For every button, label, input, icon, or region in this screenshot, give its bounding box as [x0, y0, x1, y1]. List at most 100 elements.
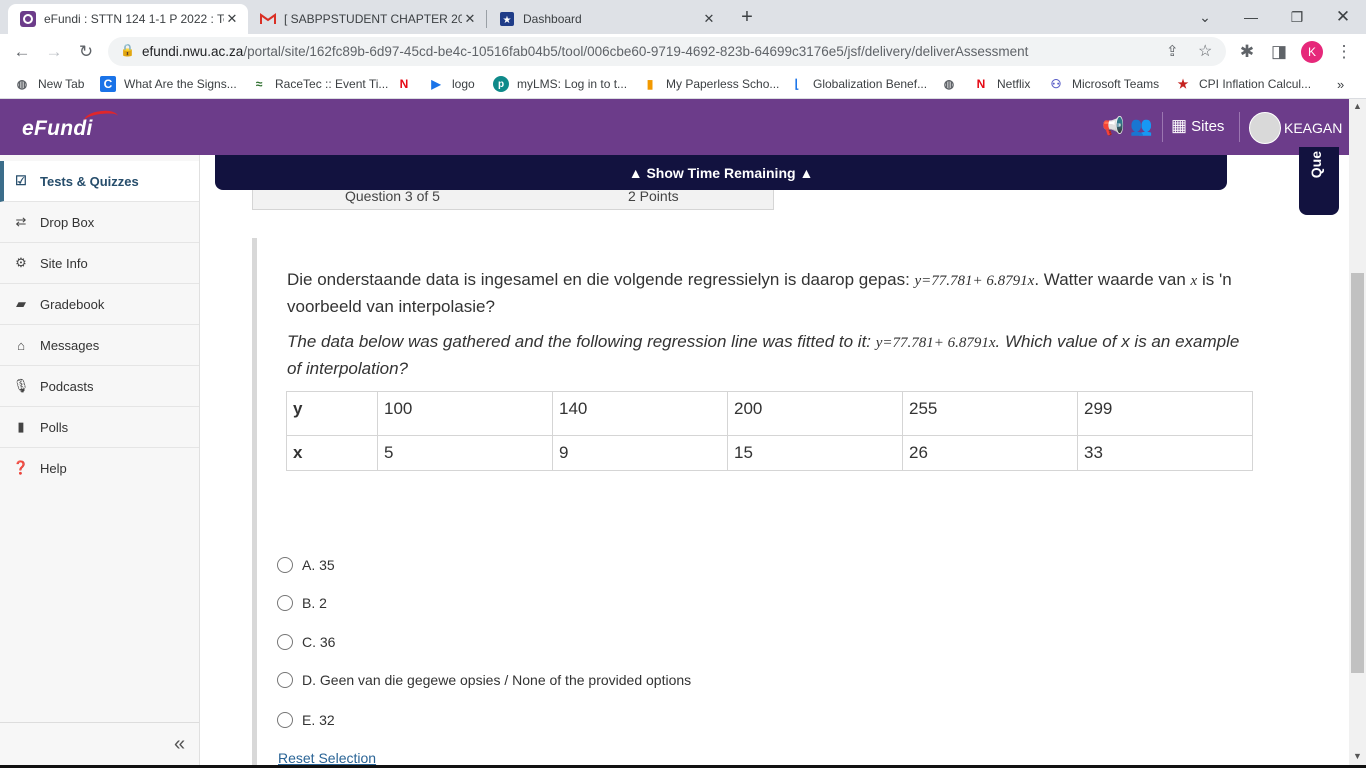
sidebar-item-gradebook[interactable]: ▰ Gradebook — [0, 284, 199, 325]
bookmarks-bar: ◍ New Tab C What Are the Signs... ≈ RaceTec… — [0, 70, 1366, 99]
option-label: D. Geen van die gegewe opsies / None of … — [302, 672, 692, 688]
bookmark-my-paperless[interactable]: ▮ My Paperless Scho... — [642, 75, 780, 93]
table-row-x: x 5 9 15 26 33 — [286, 435, 1253, 471]
tab-title: [ SABPPSTUDENT CHAPTER 2022 — [284, 12, 462, 26]
bookmark-label: New Tab — [38, 77, 85, 91]
bookmark-what-are-the-signs[interactable]: C What Are the Signs... — [100, 75, 237, 93]
answer-option-a[interactable]: A. 35 — [277, 555, 335, 575]
header-divider — [1239, 112, 1240, 142]
scroll-down-arrow-icon[interactable]: ▼ — [1353, 751, 1362, 761]
inbox-icon: ⌂ — [17, 337, 25, 353]
sidebar-item-help[interactable]: ❓ Help — [0, 448, 199, 488]
extensions-puzzle-icon[interactable]: ✱ — [1235, 40, 1259, 64]
people-icon[interactable]: 👥 — [1130, 116, 1152, 137]
side-panel-icon[interactable]: ◨ — [1267, 40, 1291, 64]
scroll-up-arrow-icon[interactable]: ▲ — [1353, 101, 1362, 111]
bookmark-cpi-inflation[interactable]: ★ CPI Inflation Calcul... — [1175, 75, 1311, 93]
user-avatar[interactable] — [1249, 112, 1281, 144]
efundi-logo[interactable]: eFundi — [22, 108, 119, 141]
question-points: 2 Points — [628, 188, 679, 204]
tab-dashboard[interactable]: ★ Dashboard ✕ — [487, 4, 725, 34]
sidebar-item-drop-box[interactable]: ⇄ Drop Box — [0, 202, 199, 243]
profile-avatar[interactable]: K — [1300, 40, 1324, 64]
question-circle-icon: ❓ — [12, 460, 30, 475]
back-arrow-icon[interactable]: ← — [10, 40, 34, 64]
tab-efundi[interactable]: eFundi : STTN 124 1-1 P 2022 : Te ✕ — [8, 4, 248, 34]
url-text: efundi.nwu.ac.za/portal/site/162fc89b-6d… — [142, 44, 1028, 59]
new-tab-button[interactable]: + — [735, 5, 759, 29]
efundi-icon — [20, 11, 36, 27]
bookmark-label: myLMS: Log in to t... — [517, 77, 628, 91]
close-tab-icon[interactable]: ✕ — [462, 11, 478, 27]
tab-title: eFundi : STTN 124 1-1 P 2022 : Te — [44, 12, 224, 26]
user-name[interactable]: KEAGAN — [1284, 120, 1342, 136]
minimize-button[interactable]: — — [1228, 4, 1274, 30]
forward-arrow-icon[interactable]: → — [42, 40, 66, 64]
question-nav-tab[interactable]: Que — [1299, 147, 1339, 215]
answer-option-b[interactable]: B. 2 — [277, 593, 327, 613]
netflix-icon: N — [976, 77, 986, 91]
exchange-arrows-icon: ⇄ — [15, 214, 27, 229]
svg-text:★: ★ — [503, 15, 512, 26]
collapse-sidebar-icon[interactable]: « — [174, 733, 185, 756]
table-cell: 200 — [727, 391, 903, 436]
bookmark-logo[interactable]: ▶ logo — [428, 75, 474, 93]
tab-gmail[interactable]: [ SABPPSTUDENT CHAPTER 2022 ✕ — [248, 4, 486, 34]
radio-button[interactable] — [277, 672, 293, 688]
option-label: E. 32 — [302, 712, 335, 728]
restore-button[interactable]: ❐ — [1274, 4, 1320, 30]
c-logo-icon: C — [100, 76, 116, 92]
scrollbar-thumb[interactable] — [1351, 273, 1364, 673]
bookmark-netflix[interactable]: N Netflix — [973, 75, 1031, 93]
table-cell: 100 — [377, 391, 553, 436]
bookmark-racetec[interactable]: ≈ RaceTec :: Event Ti... — [251, 75, 389, 93]
sidebar-item-podcasts[interactable]: 🎙 Podcasts — [0, 366, 199, 407]
efundi-header: eFundi 📢 👥 ▦ Sites KEAGAN — [0, 99, 1349, 155]
more-bookmarks-chevron-icon[interactable]: » — [1337, 75, 1344, 93]
url-host: efundi.nwu.ac.za — [142, 44, 244, 59]
sidebar-item-messages[interactable]: ⌂ Messages — [0, 325, 199, 366]
bookmark-microsoft-teams[interactable]: ⚇ Microsoft Teams — [1048, 75, 1160, 93]
sidebar-item-polls[interactable]: ▮ Polls — [0, 407, 199, 448]
racetec-icon: ≈ — [255, 77, 263, 91]
bookmark-netflix-n[interactable]: N — [396, 75, 420, 93]
radio-button[interactable] — [277, 557, 293, 573]
answer-option-d[interactable]: D. Geen van die gegewe opsies / None of … — [277, 670, 691, 690]
share-icon[interactable]: ⇪ — [1166, 42, 1179, 60]
megaphone-icon[interactable]: 📢 — [1102, 116, 1124, 137]
tab-title: Dashboard — [523, 12, 582, 26]
reset-selection-link[interactable]: Reset Selection — [278, 750, 376, 766]
bookmark-mylms[interactable]: p myLMS: Log in to t... — [493, 75, 627, 93]
sidebar-item-label: Podcasts — [40, 378, 94, 394]
radio-button[interactable] — [277, 595, 293, 611]
row-header: x — [286, 435, 378, 471]
bookmark-globalization[interactable]: ⌊ Globalization Benef... — [789, 75, 927, 93]
reload-icon[interactable]: ↻ — [74, 40, 98, 64]
close-tab-icon[interactable]: ✕ — [701, 11, 717, 27]
bookmark-globe[interactable]: ◍ — [941, 75, 965, 93]
bookmark-label: Globalization Benef... — [813, 77, 928, 91]
bookmark-label: Netflix — [997, 77, 1031, 91]
radio-button[interactable] — [277, 634, 293, 650]
tab-search-chevron-icon[interactable]: ⌄ — [1182, 4, 1228, 30]
sidebar-item-tests-quizzes[interactable]: ☑ Tests & Quizzes — [0, 161, 199, 202]
bookmark-label: My Paperless Scho... — [666, 77, 780, 91]
question-text-part: Die onderstaande data is ingesamel en di… — [287, 270, 915, 289]
sites-button[interactable]: ▦ Sites — [1171, 116, 1224, 136]
lock-icon[interactable]: 🔒 — [120, 43, 135, 57]
bookmark-new-tab[interactable]: ◍ New Tab — [14, 75, 85, 93]
close-window-button[interactable]: ✕ — [1320, 4, 1366, 30]
radio-button[interactable] — [277, 712, 293, 728]
menu-kebab-icon[interactable]: ⋮ — [1332, 40, 1356, 64]
sidebar-item-label: Gradebook — [40, 296, 105, 312]
page-scrollbar[interactable]: ▲ ▼ — [1349, 99, 1366, 768]
logo-text: eFundi — [22, 117, 93, 140]
address-bar[interactable]: 🔒 efundi.nwu.ac.za/portal/site/162fc89b-… — [108, 37, 1226, 66]
answer-option-e[interactable]: E. 32 — [277, 710, 335, 730]
bookmark-star-icon[interactable]: ☆ — [1198, 41, 1212, 61]
answer-option-c[interactable]: C. 36 — [277, 632, 335, 652]
close-tab-icon[interactable]: ✕ — [224, 11, 240, 27]
question-info-bar: Question 3 of 5 2 Points — [252, 188, 774, 210]
sidebar-item-site-info[interactable]: ⚙ Site Info — [0, 243, 199, 284]
show-time-remaining-button[interactable]: ▲ Show Time Remaining ▲ — [215, 155, 1227, 190]
